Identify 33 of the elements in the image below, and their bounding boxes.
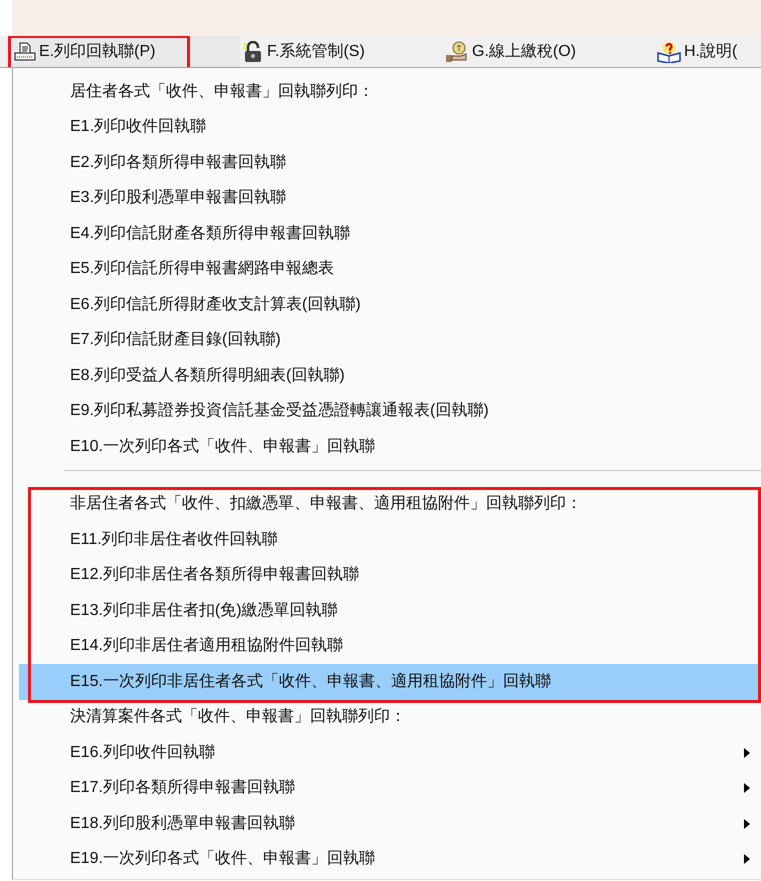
menu-bar-item[interactable]: F.系統管制(S) — [240, 36, 443, 67]
menu-item[interactable]: E12.列印非居住者各類所得申報書回執聯 — [19, 558, 758, 593]
menu-item[interactable]: E3.列印股利憑單申報書回執聯 — [19, 180, 758, 216]
section-header: 決清算案件各式「收件、申報書」回執聯列印： — [70, 706, 406, 728]
menu-item[interactable]: E2.列印各類所得申報書回執聯 — [19, 145, 758, 180]
menu-item[interactable]: E19.一次列印各式「收件、申報書」回執聯 — [19, 842, 758, 877]
coin-hand-icon — [445, 40, 469, 62]
menu-item[interactable]: E7.列印信託財產目錄(回執聯) — [19, 322, 758, 358]
menu-bar-item[interactable]: G.線上繳稅(O) — [443, 36, 655, 67]
submenu-arrow-icon — [744, 854, 750, 864]
menu-item[interactable]: E1.列印收件回執聯 — [19, 110, 758, 145]
padlock-icon — [242, 40, 264, 62]
menu-item[interactable]: E15.一次列印非居住者各式「收件、申報書、適用租協附件」回執聯 — [19, 664, 758, 700]
submenu-arrow-icon — [744, 818, 750, 829]
menu-item[interactable]: E18.列印股利憑單申報書回執聯 — [19, 806, 758, 842]
menu-item[interactable]: E16.列印收件回執聯 — [19, 735, 758, 770]
menu-item[interactable]: E8.列印受益人各類所得明細表(回執聯) — [19, 358, 758, 394]
menu-item[interactable]: E9.列印私募證券投資信託基金受益憑證轉讓通報表(回執聯) — [19, 394, 758, 429]
printer-icon — [14, 42, 36, 62]
menu-item[interactable]: E17.列印各類所得申報書回執聯 — [19, 770, 758, 806]
section-header: 居住者各式「收件、申報書」回執聯列印： — [70, 82, 374, 102]
menu-item[interactable]: E6.列印信託所得財產收支計算表(回執聯) — [19, 287, 758, 322]
submenu-arrow-icon — [744, 783, 750, 794]
menu-item[interactable]: E10.一次列印各式「收件、申報書」回執聯 — [19, 429, 758, 464]
menu-item[interactable]: E4.列印信託財產各類所得申報書回執聯 — [19, 216, 758, 252]
help-book-icon — [657, 40, 681, 62]
menu-item[interactable]: E5.列印信託所得申報書網路申報總表 — [19, 252, 758, 287]
menu-item[interactable]: E14.列印非居住者適用租協附件回執聯 — [19, 628, 758, 664]
menu-item[interactable]: E13.列印非居住者扣(免)繳憑單回執聯 — [19, 593, 758, 628]
menu-bar-item[interactable]: H.說明( — [655, 36, 738, 67]
submenu-arrow-icon — [744, 748, 750, 758]
section-header: 非居住者各式「收件、扣繳憑單、申報書、適用租協附件」回執聯列印： — [70, 494, 582, 514]
menu-item[interactable]: E11.列印非居住者收件回執聯 — [19, 522, 758, 558]
